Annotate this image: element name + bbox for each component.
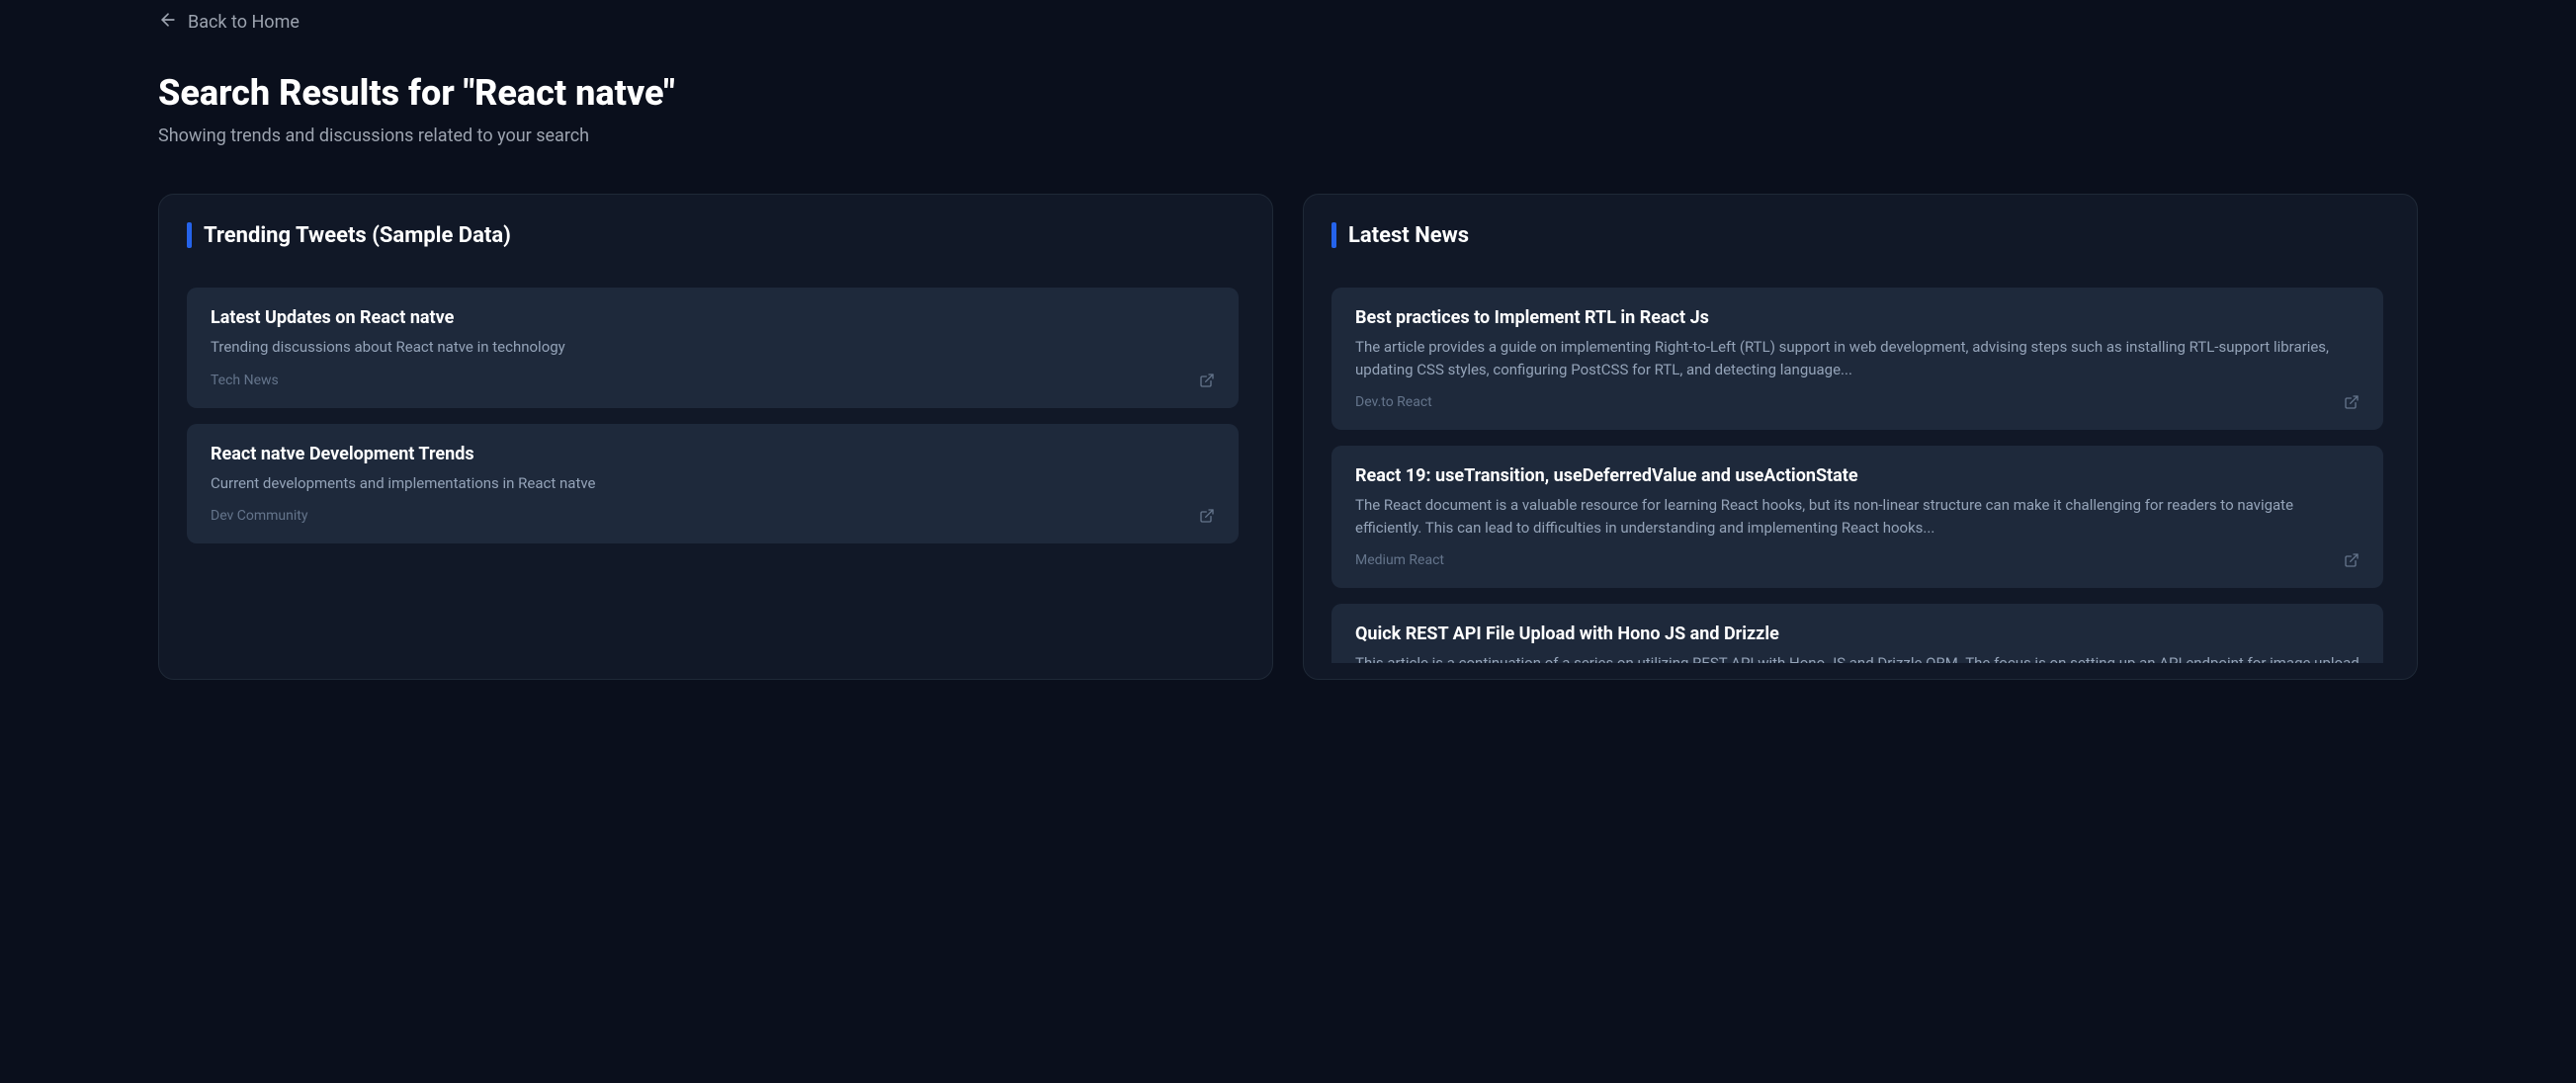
card-title: React 19: useTransition, useDeferredValu… [1355,465,2360,486]
external-link-icon[interactable] [1199,373,1215,388]
tweets-list: Latest Updates on React natve Trending d… [187,288,1245,543]
card-title: Latest Updates on React natve [211,307,1215,328]
card-description: Current developments and implementations… [211,472,1215,495]
card-footer: Medium React [1355,552,2360,568]
card-footer: Tech News [211,373,1215,388]
back-label: Back to Home [188,12,300,33]
news-card[interactable]: Best practices to Implement RTL in React… [1331,288,2383,430]
panel-header: Trending Tweets (Sample Data) [187,222,1245,248]
external-link-icon[interactable] [2344,552,2360,568]
card-description: Trending discussions about React natve i… [211,336,1215,359]
card-description: The React document is a valuable resourc… [1355,494,2360,539]
panel-header: Latest News [1331,222,2389,248]
card-source: Tech News [211,373,279,388]
back-to-home-link[interactable]: Back to Home [158,0,300,44]
panel-title: Trending Tweets (Sample Data) [204,223,511,248]
card-source: Medium React [1355,552,1444,568]
card-source: Dev.to React [1355,394,1432,410]
news-card[interactable]: React 19: useTransition, useDeferredValu… [1331,446,2383,588]
latest-news-panel: Latest News Best practices to Implement … [1303,194,2418,680]
tweet-card[interactable]: React natve Development Trends Current d… [187,424,1239,544]
tweet-card[interactable]: Latest Updates on React natve Trending d… [187,288,1239,408]
panel-accent-bar [1331,222,1336,248]
panel-accent-bar [187,222,192,248]
card-footer: Dev Community [211,508,1215,524]
panel-title: Latest News [1348,223,1469,248]
page-subtitle: Showing trends and discussions related t… [158,125,2418,146]
card-title: Quick REST API File Upload with Hono JS … [1355,624,2360,644]
news-list: Best practices to Implement RTL in React… [1331,288,2389,663]
card-description: This article is a continuation of a seri… [1355,652,2360,663]
news-card[interactable]: Quick REST API File Upload with Hono JS … [1331,604,2383,663]
arrow-left-icon [158,10,178,35]
card-source: Dev Community [211,508,308,524]
card-title: React natve Development Trends [211,444,1215,464]
card-footer: Dev.to React [1355,394,2360,410]
card-title: Best practices to Implement RTL in React… [1355,307,2360,328]
trending-tweets-panel: Trending Tweets (Sample Data) Latest Upd… [158,194,1273,680]
external-link-icon[interactable] [1199,508,1215,524]
card-description: The article provides a guide on implemen… [1355,336,2360,380]
external-link-icon[interactable] [2344,394,2360,410]
page-title: Search Results for "React natve" [158,72,2418,114]
